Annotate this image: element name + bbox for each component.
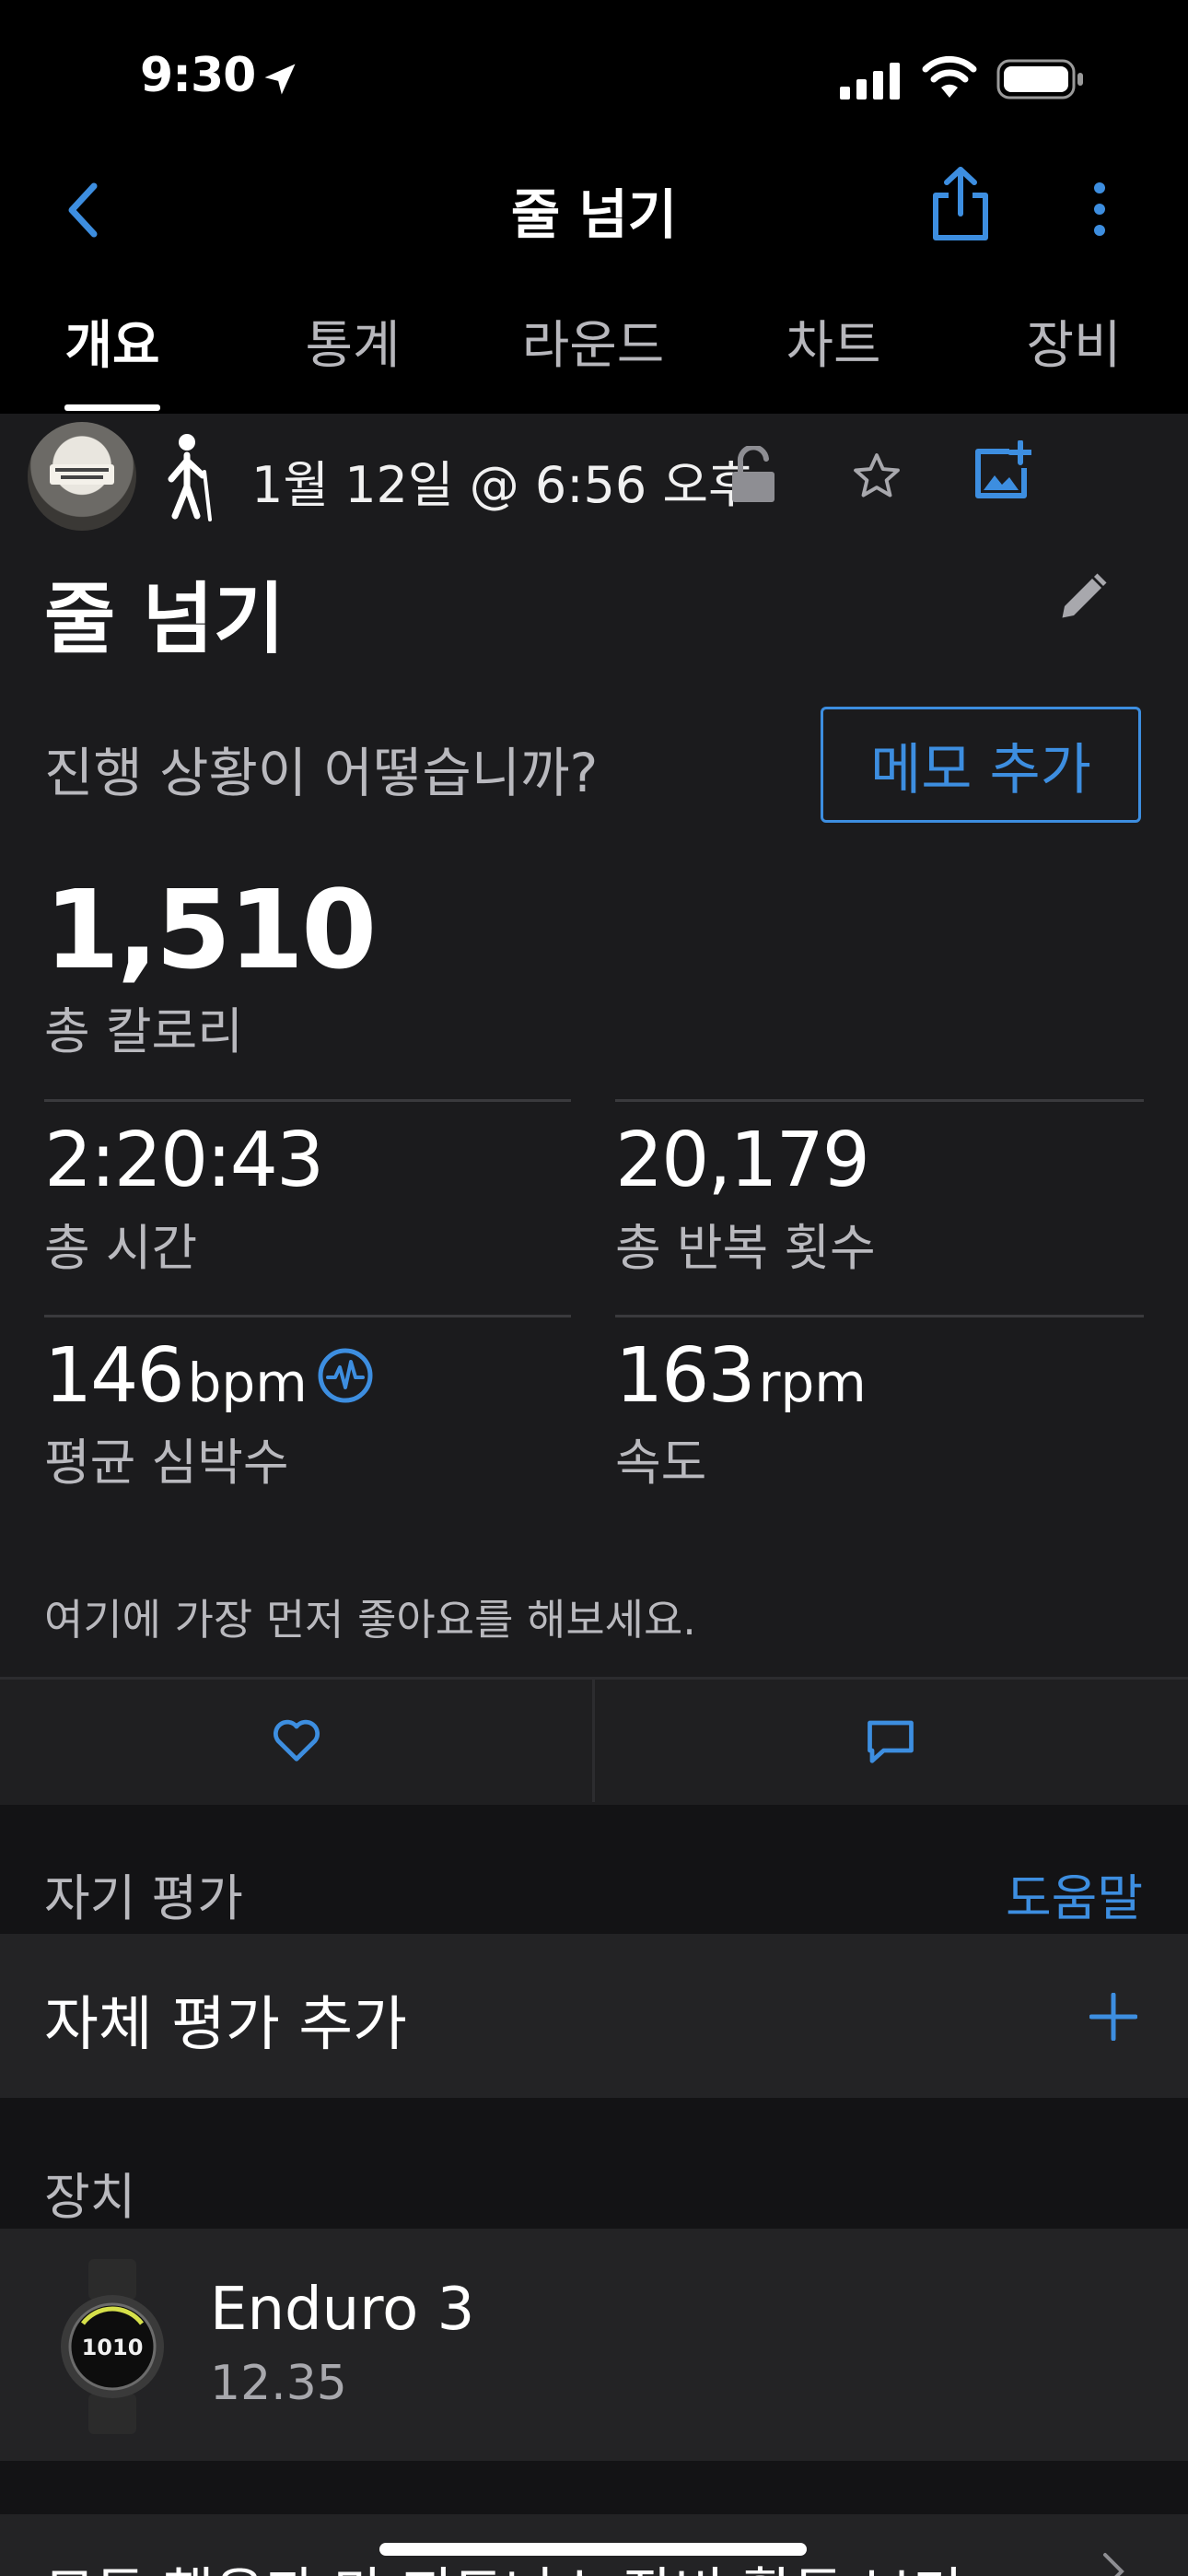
more-options-icon[interactable] (1087, 181, 1112, 238)
divider (44, 1315, 571, 1317)
add-photo-icon[interactable] (973, 440, 1031, 501)
tab-charts[interactable]: 차트 (728, 304, 939, 379)
activity-date: 1월 12일 @ 6:56 오후 (251, 456, 754, 514)
progress-prompt: 진행 상황이 어떻습니까? (44, 742, 599, 804)
chevron-right-icon (1103, 2553, 1124, 2576)
comment-icon[interactable] (862, 1714, 919, 1769)
like-heart-icon[interactable] (267, 1712, 326, 1767)
speed-unit: rpm (758, 1352, 867, 1414)
battery-icon (996, 59, 1083, 100)
tab-gear[interactable]: 장비 (968, 304, 1180, 379)
total-time-label: 총 시간 (44, 1219, 198, 1277)
device-version: 12.35 (210, 2356, 347, 2411)
device-name: Enduro 3 (210, 2276, 475, 2344)
privacy-lock-icon[interactable] (729, 446, 777, 505)
speed-label: 속도 (615, 1434, 707, 1492)
add-self-eval-label: 자체 평가 추가 (44, 1991, 407, 2059)
divider (44, 1099, 571, 1102)
kudos-prompt: 여기에 가장 먼저 좋아요를 해보세요. (44, 1595, 696, 1645)
total-calories-label: 총 칼로리 (44, 1002, 243, 1060)
total-reps-label: 총 반복 횟수 (615, 1219, 876, 1277)
favorite-star-icon[interactable] (849, 450, 904, 503)
section-gap (0, 2461, 1188, 2514)
avatar[interactable] (28, 422, 136, 531)
nav-title: 줄 넘기 (510, 183, 678, 246)
action-divider (592, 1679, 595, 1802)
status-time: 9:30 (140, 48, 256, 103)
share-icon[interactable] (930, 166, 991, 243)
device-section-label: 장치 (44, 2168, 136, 2226)
tab-rounds[interactable]: 라운드 (487, 304, 699, 379)
cellular-signal-icon (840, 63, 900, 100)
top-bar: 9:30 줄 넘기 개요 통계 라운드 차트 장비 (0, 0, 1188, 414)
heart-rate-pulse-icon[interactable] (317, 1347, 374, 1404)
activity-title: 줄 넘기 (44, 574, 285, 664)
device-row[interactable] (0, 2229, 1188, 2461)
tab-stats[interactable]: 통계 (247, 304, 459, 379)
walking-person-icon (168, 434, 212, 521)
divider (615, 1099, 1144, 1102)
home-indicator[interactable] (379, 2543, 807, 2556)
total-reps-value: 20,179 (615, 1117, 870, 1204)
watch-image: 1010 (61, 2259, 164, 2434)
location-arrow-icon (264, 64, 296, 95)
avg-heart-rate-label: 평균 심박수 (44, 1434, 289, 1492)
activity-detail-screen: 9:30 줄 넘기 개요 통계 라운드 차트 장비 1월 12일 @ 6:56 … (0, 0, 1188, 2576)
help-link[interactable]: 도움말 (1006, 1857, 1143, 1930)
device-section-header (0, 2098, 1188, 2229)
total-time-value: 2:20:43 (44, 1117, 324, 1204)
avg-heart-rate: 146 bpm (44, 1332, 308, 1420)
watch-face-text: 1010 (82, 2335, 144, 2360)
active-tab-indicator (64, 404, 160, 411)
tab-overview[interactable]: 개요 (6, 304, 218, 379)
self-eval-section-label: 자기 평가 (44, 1869, 243, 1927)
avg-heart-rate-value: 146 (44, 1332, 185, 1420)
divider (615, 1315, 1144, 1317)
speed: 163 rpm (615, 1332, 867, 1420)
avg-heart-rate-unit: bpm (187, 1352, 308, 1414)
wifi-icon (922, 55, 977, 98)
speed-value: 163 (615, 1332, 756, 1420)
add-memo-button[interactable]: 메모 추가 (821, 707, 1141, 823)
edit-pencil-icon[interactable] (1055, 569, 1111, 625)
plus-icon[interactable] (1089, 1993, 1137, 2041)
total-calories-value: 1,510 (44, 866, 377, 993)
